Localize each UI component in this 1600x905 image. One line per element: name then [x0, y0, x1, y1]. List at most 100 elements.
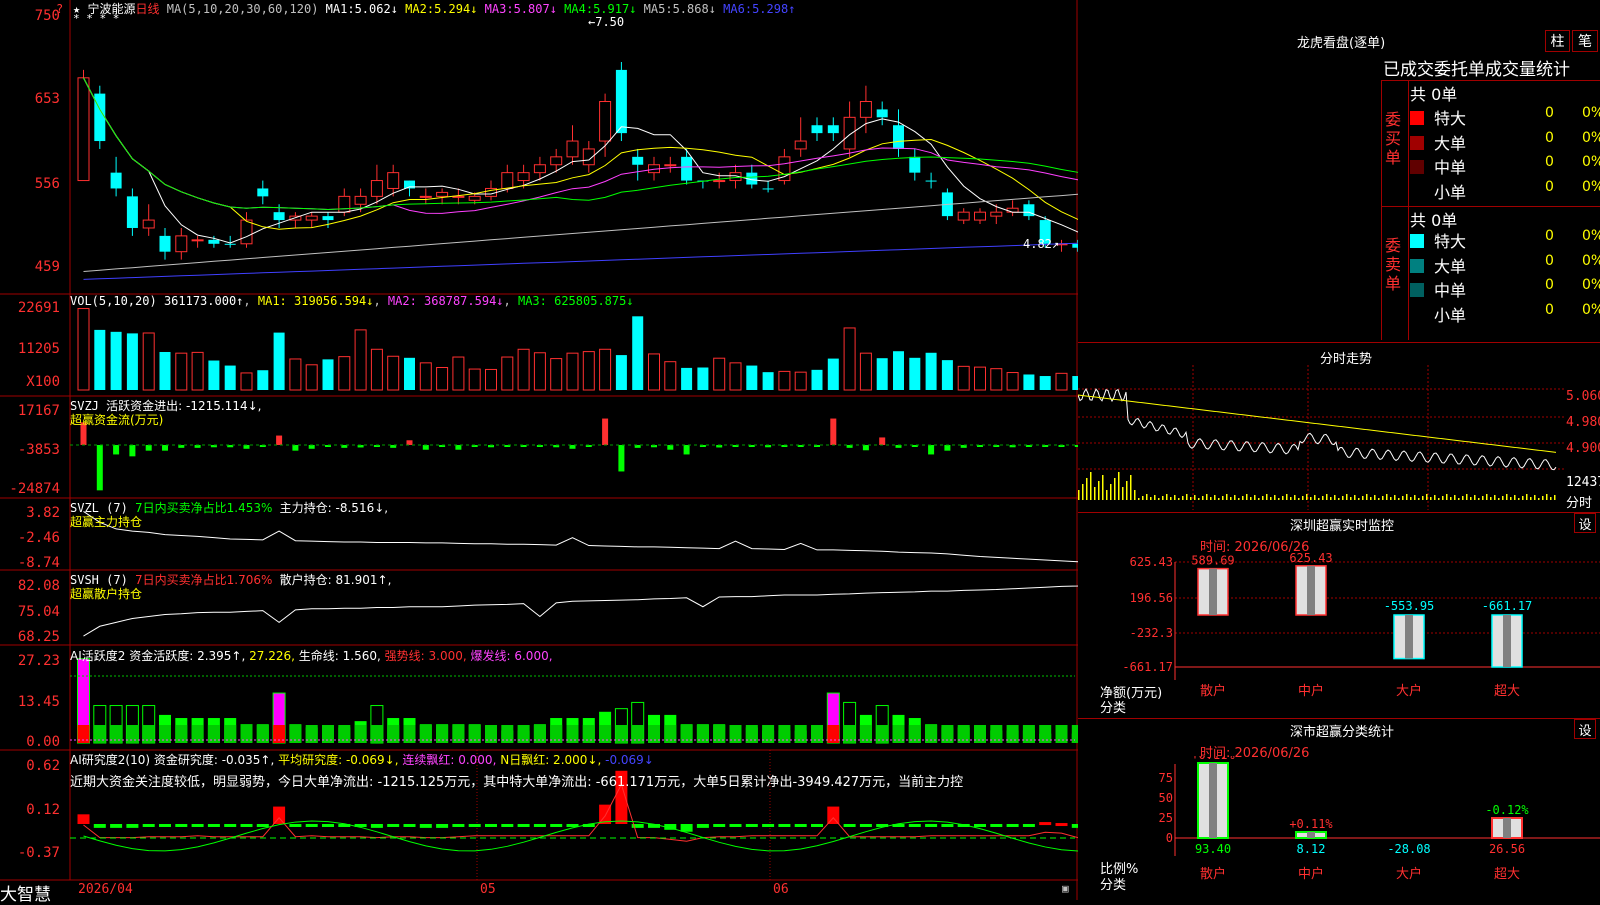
ai2-label[interactable]: AI研究度2(10) [70, 753, 150, 767]
high-mark-value: 7.50 [595, 15, 625, 29]
volume-bar [615, 355, 627, 390]
volume-bar [697, 367, 709, 390]
sz-monitor-bar-shade [1503, 615, 1511, 667]
volume-bar [110, 331, 122, 390]
fund-flow-bar [862, 445, 869, 451]
candle-body [338, 195, 351, 213]
intraday-volume-bar [1430, 497, 1432, 500]
ma3-val: 5.807↓ [513, 2, 557, 16]
fund-flow-bar [879, 437, 886, 445]
research-bar [240, 824, 253, 827]
fund-flow-bar [292, 445, 299, 451]
intraday-volume-bar [1086, 478, 1088, 500]
intraday-volume-bar [1190, 497, 1192, 500]
research-bar [1039, 822, 1052, 826]
intraday-volume-bar [1310, 497, 1312, 500]
vol-label[interactable]: VOL(5,10,20) [70, 294, 157, 308]
intraday-vol: 12437 [1566, 475, 1600, 490]
svzj-axis-mid: -3853 [17, 442, 60, 458]
research-bar [126, 824, 139, 828]
ai1-label[interactable]: AI活跃度2 [70, 649, 125, 663]
candle-body [370, 180, 383, 197]
intraday-volume-bar [1450, 497, 1452, 500]
intraday-axis-bot: 4.900 [1566, 441, 1600, 456]
candle-body [859, 101, 872, 118]
intraday-volume-bar [1222, 496, 1224, 500]
price-header: ★ 宁波能源日线 MA(5,10,20,30,60,120) MA1:5.062… [73, 2, 796, 16]
volume-bar [843, 327, 856, 391]
research-bar [550, 824, 563, 827]
sz-monitor-category: 超大 [1494, 684, 1520, 699]
color-swatch [1410, 160, 1424, 174]
svzl-axis-top: 3.82 [26, 505, 60, 521]
research-bar [1006, 824, 1019, 827]
activity-base [387, 725, 400, 743]
intraday-volume-bar [1378, 498, 1380, 500]
intraday-volume-bar [1226, 494, 1228, 500]
research-bar [778, 824, 791, 827]
volume-bar [354, 329, 367, 391]
svzl-axis-bot: -8.74 [17, 555, 60, 571]
candle-body [419, 195, 432, 198]
research-bar [191, 824, 204, 827]
candle-body [94, 93, 106, 142]
intraday-volume-bar [1258, 498, 1260, 500]
intraday-volume-bar [1170, 497, 1172, 500]
intraday-volume-bar [1210, 497, 1212, 500]
candle-body [142, 219, 155, 229]
ma4-key: MA4: [564, 2, 594, 16]
research-bar [93, 824, 106, 828]
svsh-axis-top: 82.08 [17, 578, 60, 594]
volume-bar [305, 364, 318, 391]
fund-flow-bar [162, 445, 168, 451]
intraday-volume-bar [1098, 481, 1100, 500]
intraday-volume-bar [1474, 495, 1476, 500]
intraday-volume-bar [1314, 495, 1316, 500]
fund-flow-bar [276, 435, 283, 445]
intraday-volume-bar [1114, 478, 1116, 500]
help-icon[interactable]: ? [56, 2, 63, 16]
sz-monitor-axis-label: 625.43 [1130, 555, 1173, 569]
intraday-volume-bar [1550, 497, 1552, 500]
dragon-tab[interactable]: 已成交委托单成交量统计 [1383, 55, 1570, 80]
volume-bar [224, 365, 236, 390]
lock-icon[interactable]: ▣ [1062, 882, 1069, 895]
sz-class-axis-label: 25 [1159, 811, 1173, 825]
volume-bar [142, 332, 155, 391]
intraday-volume-bar [1534, 495, 1536, 500]
period-label[interactable]: 日线 [135, 2, 159, 16]
candle-body [843, 116, 856, 150]
activity-base [827, 725, 840, 743]
research-bar [289, 824, 302, 827]
intraday-volume-bar [1486, 494, 1488, 500]
intraday-volume-bar [1162, 496, 1164, 500]
date-label-apr: 2026/04 [78, 882, 133, 897]
fund-flow-bar [145, 445, 152, 451]
volume-bar [827, 358, 839, 390]
intraday-volume-bar [1502, 496, 1504, 500]
bar-mode-button[interactable]: 柱 [1545, 30, 1570, 52]
intraday-volume-bar [1518, 498, 1520, 500]
candle-body [224, 243, 236, 245]
ai1-axis-top: 27.23 [17, 653, 60, 669]
row-percent: 0% [1582, 277, 1600, 293]
tick-mode-button[interactable]: 笔 [1572, 30, 1598, 52]
volume-bar [501, 356, 514, 391]
intraday-volume-bar [1286, 494, 1288, 500]
intraday-volume-bar [1546, 494, 1548, 500]
candle-body [664, 164, 677, 167]
sz-class-xlabel: 分类 [1100, 878, 1127, 893]
brand-label: 大智慧 [0, 885, 51, 905]
row-label: 小单 [1434, 305, 1467, 325]
intraday-volume-bar [1262, 496, 1264, 500]
ai2-b: 平均研究度: -0.069↓, [278, 753, 399, 767]
intraday-volume-bar [1390, 497, 1392, 500]
row-label: 中单 [1434, 158, 1467, 177]
intraday-volume-bar [1246, 494, 1248, 500]
intraday-volume-bar [1398, 498, 1400, 500]
row-value: 0 [1545, 301, 1554, 318]
volume-bar [94, 329, 106, 390]
sz-class-title: 深市超赢分类统计 [1290, 725, 1395, 740]
sz-class-settings-button[interactable]: 设 [1574, 719, 1596, 739]
sz-monitor-settings-button[interactable]: 设 [1574, 513, 1596, 533]
